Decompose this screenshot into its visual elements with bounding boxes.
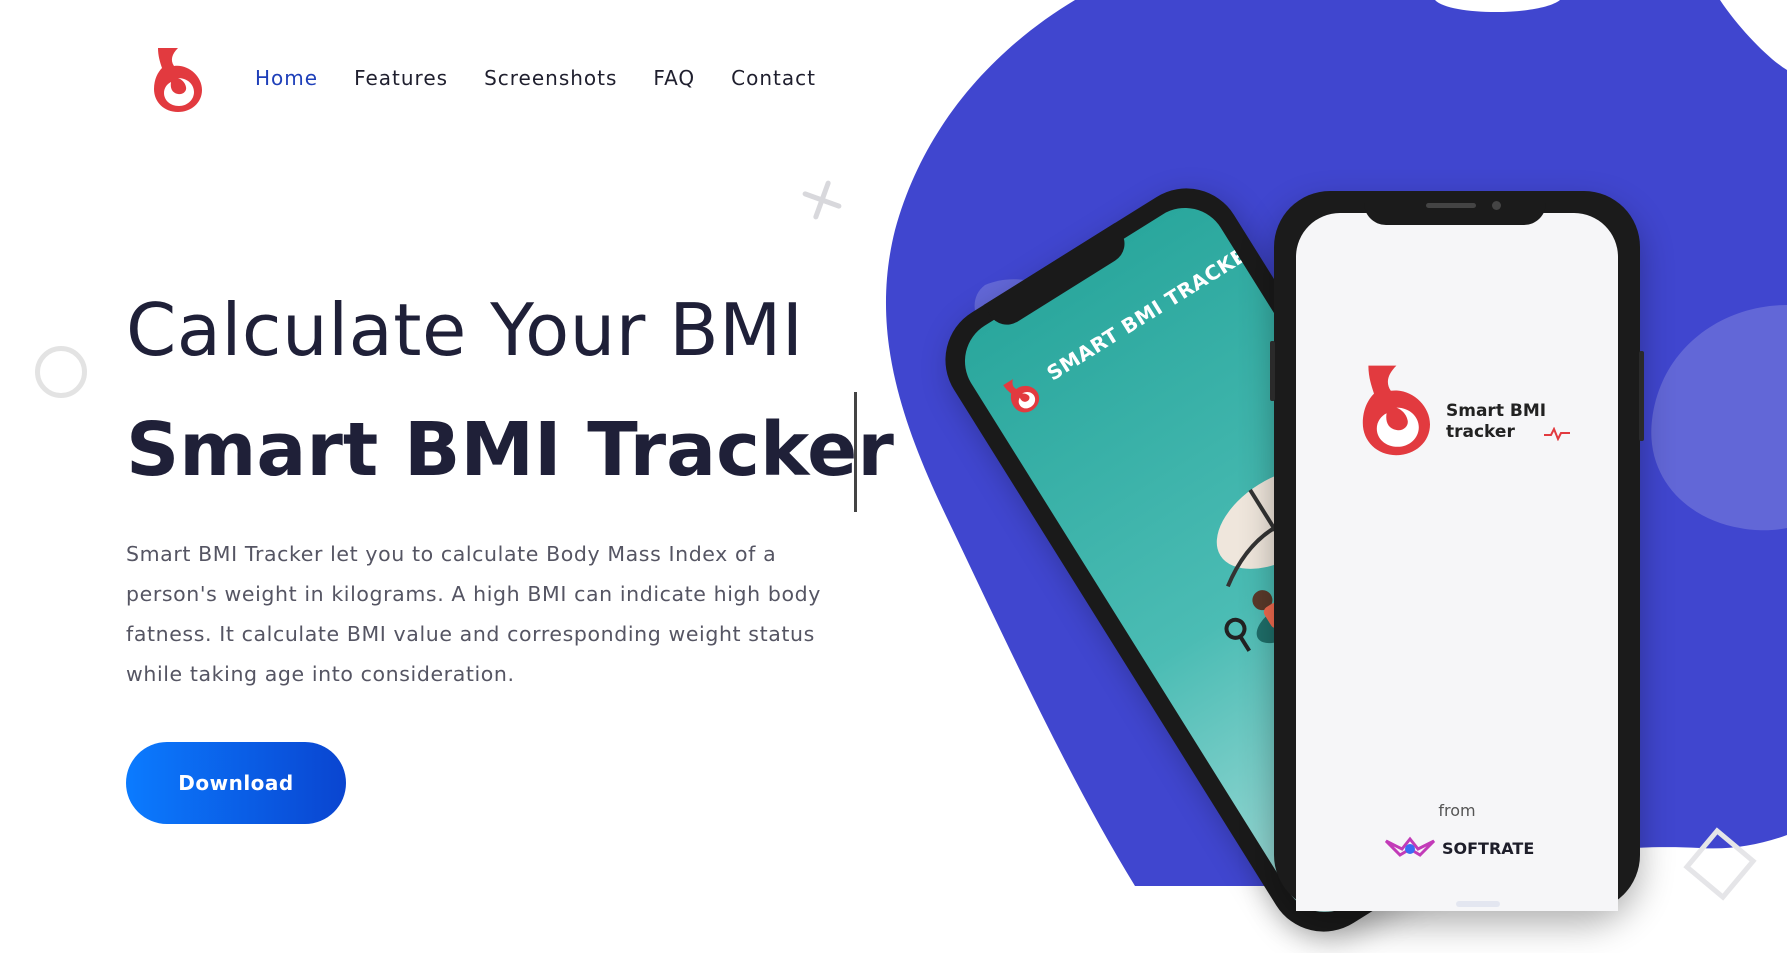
phone-front-screen: Smart BMI tracker from SOFTRATE [1296,213,1618,911]
app-logo-icon [1362,365,1430,456]
nav-link-contact[interactable]: Contact [731,66,816,90]
nav-link-screenshots[interactable]: Screenshots [484,66,617,90]
download-button[interactable]: Download [126,742,346,824]
main-nav: Home Features Screenshots FAQ Contact [255,66,816,90]
softrate-brand-name: SOFTRATE [1442,838,1535,858]
softrate-brand: SOFTRATE [1384,835,1534,861]
site-logo-icon[interactable] [148,44,206,114]
phone-app-name: Smart BMI tracker [1446,401,1547,442]
plus-decoration-icon [802,180,842,220]
hero-title: Calculate Your BMI [126,288,804,372]
from-label: from [1438,801,1476,820]
loading-indicator [1456,901,1500,907]
phone-side-button [1270,341,1275,401]
typing-caret [854,392,857,512]
phone-power-button [1639,351,1644,441]
heartbeat-icon [1544,427,1570,441]
hero-description: Smart BMI Tracker let you to calculate B… [126,542,821,686]
phone-front-notch [1364,191,1546,225]
nav-link-faq[interactable]: FAQ [653,66,695,90]
app-logo-small-icon [1003,379,1040,413]
hero-subtitle: Smart BMI Tracker [126,407,894,493]
nav-link-features[interactable]: Features [354,66,448,90]
softrate-logo-icon [1384,836,1436,857]
circle-decoration [35,346,87,398]
phone-mockup-front: Smart BMI tracker from SOFTRATE [1270,191,1644,911]
nav-link-home[interactable]: Home [255,66,318,90]
